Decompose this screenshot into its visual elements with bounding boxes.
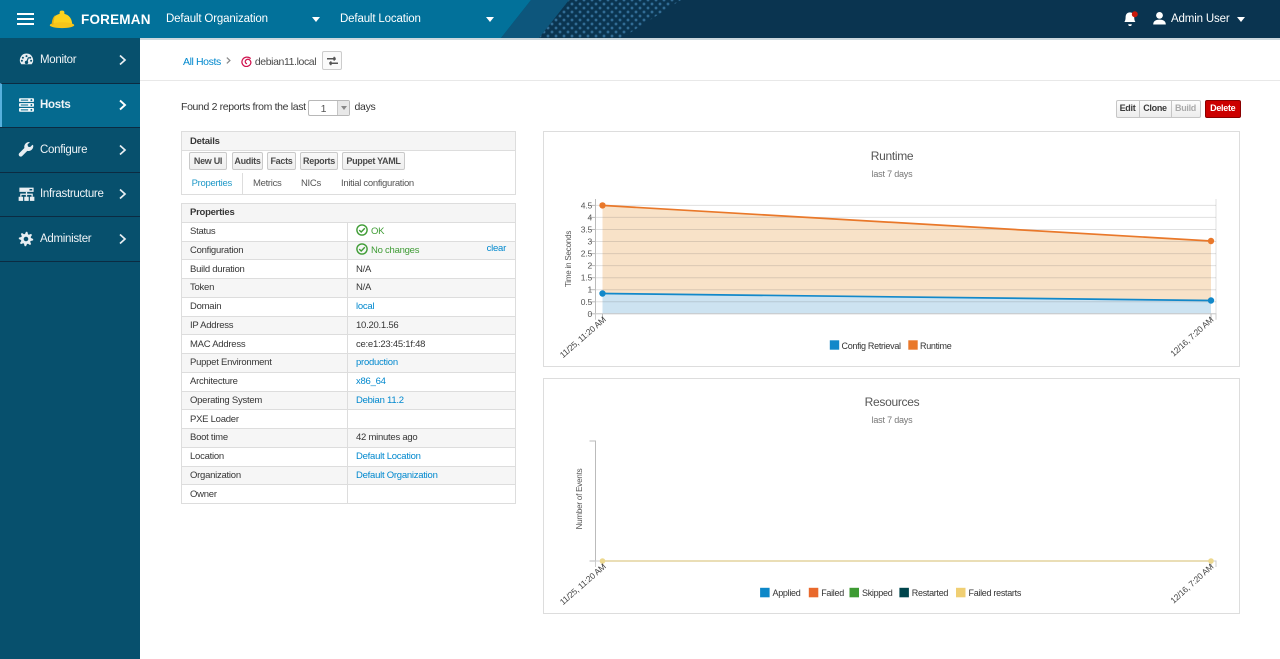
svg-text:12/16, 7:20 AM: 12/16, 7:20 AM — [1168, 314, 1215, 358]
svg-text:Restarted: Restarted — [912, 588, 949, 598]
svg-text:Resources: Resources — [865, 395, 920, 409]
svg-text:0: 0 — [587, 309, 592, 319]
svg-text:Runtime: Runtime — [920, 341, 952, 351]
svg-text:Runtime: Runtime — [871, 149, 914, 163]
svg-text:4.5: 4.5 — [581, 200, 593, 210]
svg-text:4: 4 — [587, 212, 592, 222]
svg-text:11/25, 11:20 AM: 11/25, 11:20 AM — [558, 314, 608, 359]
svg-text:last 7 days: last 7 days — [872, 169, 914, 179]
svg-text:3: 3 — [587, 237, 592, 247]
svg-text:Failed: Failed — [821, 588, 844, 598]
svg-text:0.5: 0.5 — [581, 297, 593, 307]
svg-text:Failed restarts: Failed restarts — [969, 588, 1022, 598]
svg-text:Skipped: Skipped — [862, 588, 893, 598]
svg-text:12/16, 7:20 AM: 12/16, 7:20 AM — [1168, 561, 1215, 605]
svg-text:3.5: 3.5 — [581, 225, 593, 235]
svg-text:2: 2 — [587, 261, 592, 271]
svg-text:1.5: 1.5 — [581, 273, 593, 283]
svg-text:2.5: 2.5 — [581, 249, 593, 259]
svg-text:Applied: Applied — [773, 588, 801, 598]
svg-text:Number of Events: Number of Events — [575, 468, 584, 529]
svg-text:Config Retrieval: Config Retrieval — [842, 341, 902, 351]
svg-text:1: 1 — [587, 285, 592, 295]
svg-text:Time in Seconds: Time in Seconds — [564, 231, 573, 287]
svg-text:11/25, 11:20 AM: 11/25, 11:20 AM — [558, 561, 608, 606]
svg-text:last 7 days: last 7 days — [872, 415, 914, 425]
